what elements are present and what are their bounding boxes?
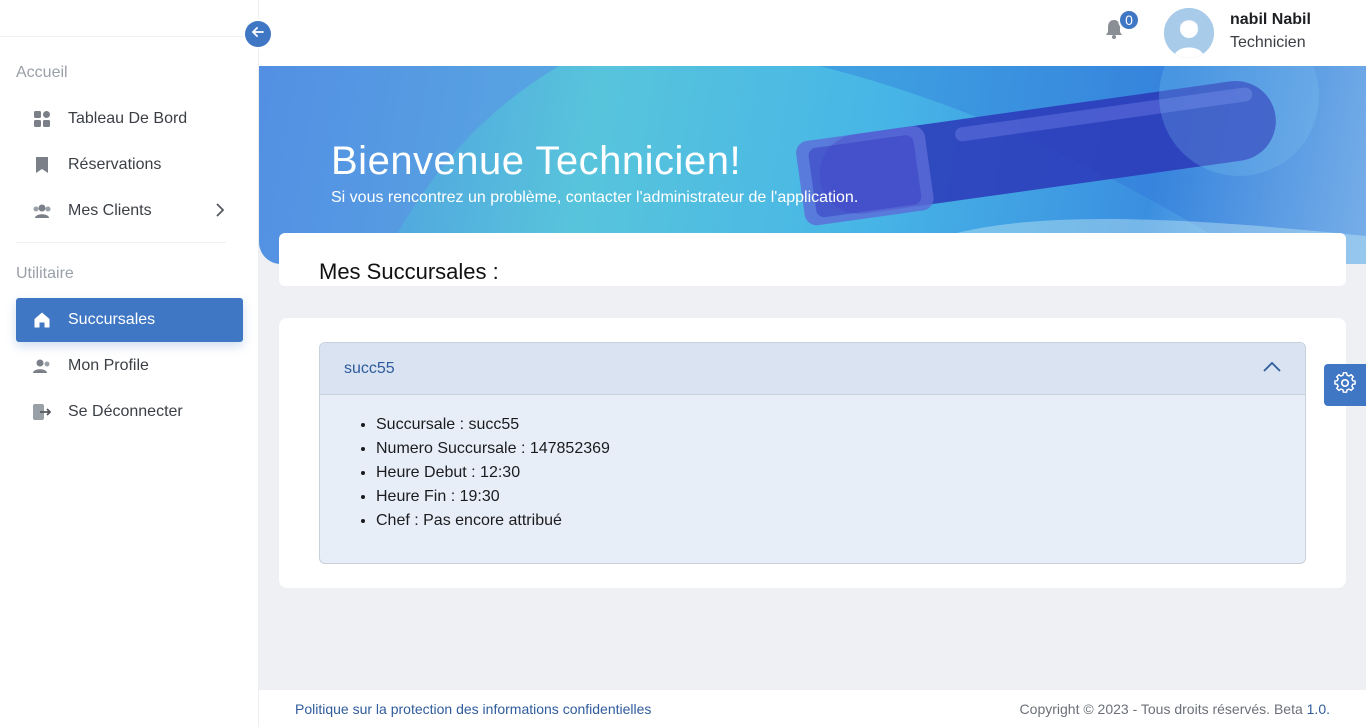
footer: Politique sur la protection des informat… [259,690,1366,727]
banner-subtitle: Si vous rencontrez un problème, contacte… [331,189,859,206]
settings-button[interactable] [1324,364,1366,406]
list-item: Heure Debut : 12:30 [376,461,1305,485]
list-item: Numero Succursale : 147852369 [376,437,1305,461]
sidebar-item-se-deconnecter[interactable]: Se Déconnecter [16,390,243,434]
section-title-accueil: Accueil [16,64,68,81]
sidebar-item-succursales[interactable]: Succursales [16,298,243,342]
user-role: Technicien [1230,34,1306,51]
arrow-left-icon [251,25,265,44]
sidebar-item-label: Tableau De Bord [68,110,188,127]
list-item: Succursale : succ55 [376,413,1305,437]
home-icon [32,310,52,330]
section-title-utilitaire: Utilitaire [16,265,74,282]
sidebar-item-mes-clients[interactable]: Mes Clients [16,189,243,233]
gear-icon [1334,371,1356,399]
user-profile-icon [32,356,52,376]
dashboard-icon [32,109,52,129]
sidebar-item-label: Mon Profile [68,357,149,374]
user-name: nabil Nabil [1230,11,1311,28]
succursale-details: Succursale : succ55 Numero Succursale : … [376,413,1305,533]
chevron-right-icon [215,203,225,222]
page-title-card: Mes Succursales : [279,233,1346,286]
logout-icon [32,402,52,422]
succursales-card: succ55 Succursale : succ55 Numero Succur… [279,318,1346,588]
list-item: Heure Fin : 19:30 [376,485,1305,509]
accordion-header[interactable]: succ55 [320,343,1305,395]
notification-badge: 0 [1118,9,1140,31]
sidebar-divider [16,242,226,243]
copyright-text: Copyright © 2023 - Tous droits réservés.… [1020,701,1330,717]
sidebar-item-label: Réservations [68,156,162,173]
succursale-accordion: succ55 Succursale : succ55 Numero Succur… [319,342,1306,564]
sidebar-item-tableau-de-bord[interactable]: Tableau De Bord [16,97,243,141]
users-icon [32,201,52,221]
bookmark-icon [32,155,52,175]
sidebar-item-mon-profile[interactable]: Mon Profile [16,344,243,388]
copyright-label: Copyright © 2023 - Tous droits réservés.… [1019,701,1307,717]
privacy-policy-link[interactable]: Politique sur la protection des informat… [295,701,651,717]
accordion-title: succ55 [344,359,395,377]
collapse-sidebar-button[interactable] [245,21,271,47]
chevron-up-icon [1263,360,1281,378]
banner-title: Bienvenue Technicien! [331,139,742,183]
sidebar-item-reservations[interactable]: Réservations [16,143,243,187]
page-title: Mes Succursales : [319,259,499,284]
sidebar: Accueil Tableau De Bord Réservations Mes… [0,0,259,727]
sidebar-item-label: Succursales [68,311,156,328]
sidebar-item-label: Mes Clients [68,202,152,219]
list-item: Chef : Pas encore attribué [376,509,1305,533]
sidebar-divider [0,36,259,37]
avatar[interactable] [1164,8,1214,58]
sidebar-item-label: Se Déconnecter [68,403,183,420]
accordion-body: Succursale : succ55 Numero Succursale : … [320,395,1305,533]
version-number: 1.0. [1306,701,1330,717]
